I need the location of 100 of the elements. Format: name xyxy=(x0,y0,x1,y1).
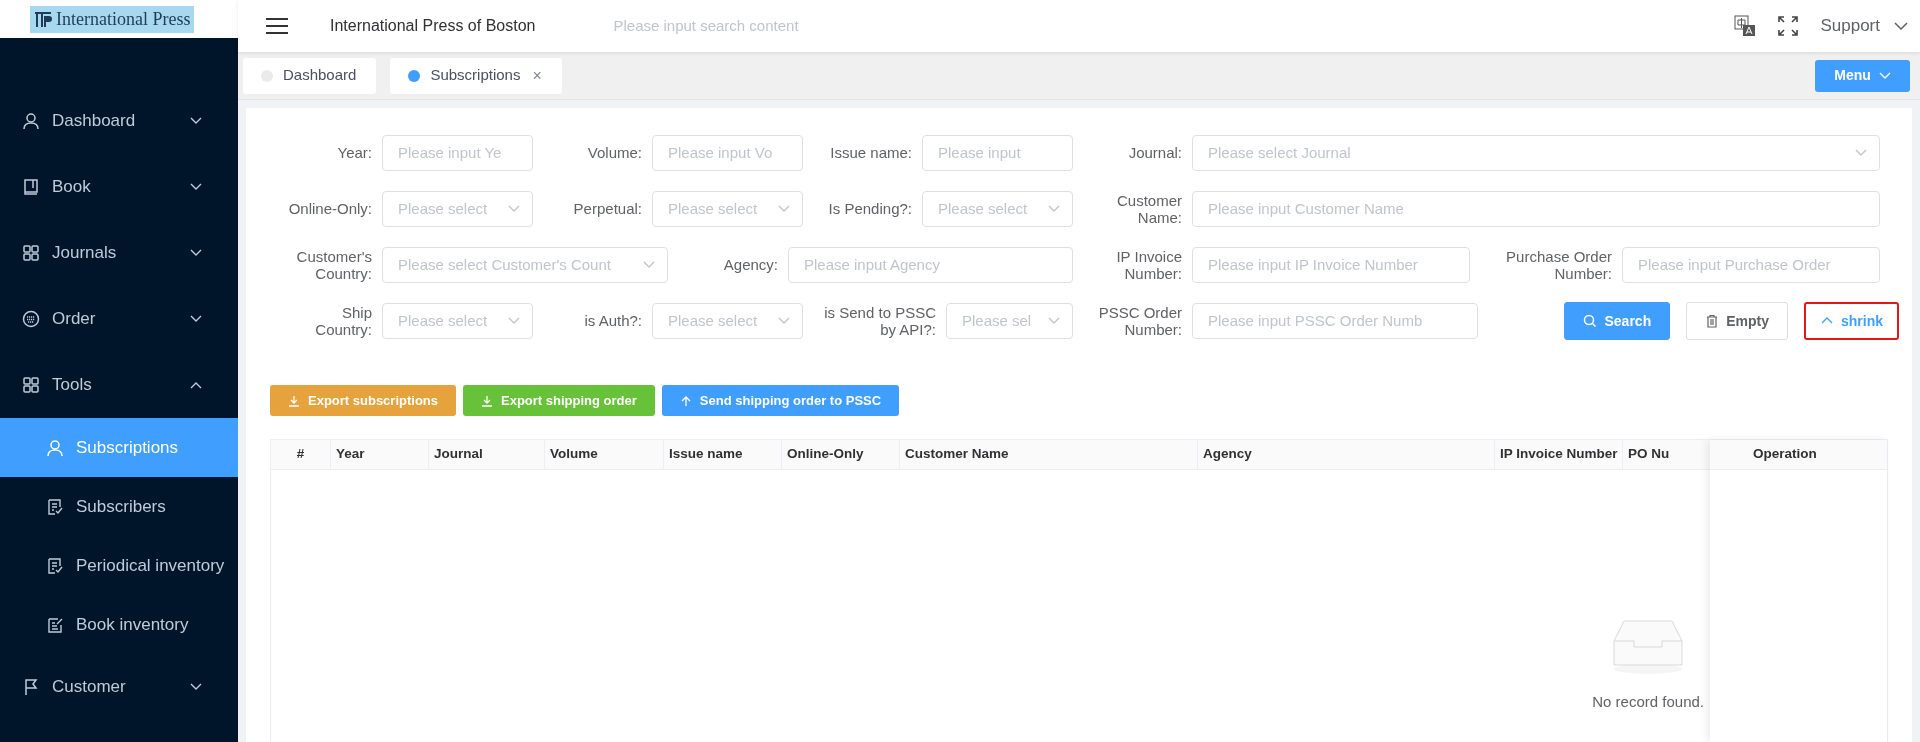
chevron-down-icon xyxy=(508,317,520,325)
sidebar-item[interactable]: Periodical inventory xyxy=(0,536,238,595)
field-label: Customer's Country: xyxy=(295,247,372,283)
menu-icon[interactable] xyxy=(266,18,288,34)
download-icon xyxy=(481,394,494,407)
chevron-down-icon xyxy=(1855,149,1867,157)
clear-button[interactable]: Empty xyxy=(1686,302,1788,340)
chevron-down-icon xyxy=(190,249,202,257)
sidebar-item[interactable]: Book inventory xyxy=(0,595,238,654)
column-header: PO Nu xyxy=(1627,445,1671,464)
empty-message: No record found. xyxy=(1592,692,1704,712)
input-field[interactable]: Please input Agency xyxy=(788,247,1073,283)
app-title: International Press of Boston xyxy=(330,16,536,36)
field-label: Purchase Order Number: xyxy=(1505,247,1612,283)
column-header: Volume xyxy=(545,440,664,469)
sidebar-item[interactable]: Journals xyxy=(0,220,238,286)
edit-icon xyxy=(46,615,64,634)
input-field[interactable]: Please input Customer Name xyxy=(1192,191,1880,227)
sidebar-item[interactable]: Customer xyxy=(0,654,238,720)
grid-icon xyxy=(22,376,40,394)
user-icon xyxy=(22,112,40,130)
sidebar-item[interactable]: Dashboard xyxy=(0,88,238,154)
column-header: IP Invoice Number xyxy=(1495,440,1623,469)
column-header: Issue name xyxy=(664,440,782,469)
sidebar-item[interactable]: Book xyxy=(0,154,238,220)
sidebar-item[interactable]: Order xyxy=(0,286,238,352)
grid-icon xyxy=(22,244,40,262)
select-field[interactable]: Please select xyxy=(652,191,803,227)
translate-icon[interactable] xyxy=(1734,15,1757,37)
chevron-down-icon xyxy=(643,261,655,269)
status-dot xyxy=(408,69,421,82)
keyboard-icon xyxy=(22,310,40,328)
sidebar-item[interactable]: Subscribers xyxy=(0,477,238,536)
user-menu[interactable]: Support xyxy=(1820,13,1908,39)
chevron-down-icon xyxy=(1894,22,1908,30)
field-label: PSSC Order Number: xyxy=(1097,303,1182,339)
empty-inbox-icon xyxy=(1612,617,1685,675)
tab[interactable]: Dashboard xyxy=(243,57,377,94)
menu-button[interactable]: Menu xyxy=(1815,59,1910,92)
select-field[interactable]: Please select Journal xyxy=(1192,135,1880,171)
flag-icon xyxy=(22,678,40,696)
column-header: Customer Name xyxy=(900,440,1198,469)
sidebar-item[interactable]: Tools xyxy=(0,352,238,418)
input-field[interactable]: Please input Vo xyxy=(652,135,803,171)
chevron-down-icon xyxy=(778,317,790,325)
select-field[interactable]: Please sel xyxy=(946,303,1073,339)
sidebar-item[interactable]: Subscriptions xyxy=(0,418,238,477)
field-label: Is Pending?: xyxy=(828,200,912,218)
download-icon xyxy=(288,394,300,407)
logo: International Press xyxy=(30,5,195,33)
chevron-up-icon xyxy=(190,381,202,389)
user-icon xyxy=(46,438,64,457)
input-field[interactable]: Please input Ye xyxy=(382,135,533,171)
column-header: Journal xyxy=(429,440,545,469)
column-header: Agency xyxy=(1198,440,1495,469)
book-icon xyxy=(22,178,40,196)
select-field[interactable]: Please select xyxy=(382,191,533,227)
field-label: IP Invoice Number: xyxy=(1115,247,1182,283)
field-label: is Auth?: xyxy=(584,312,642,330)
field-label: Volume: xyxy=(587,144,642,162)
action-button[interactable]: Export subscriptions xyxy=(270,385,457,416)
trash-icon xyxy=(1705,314,1720,328)
column-header: Operation xyxy=(1752,445,1817,464)
field-label: Journal: xyxy=(1128,144,1182,162)
field-label: Agency: xyxy=(723,256,778,274)
select-field[interactable]: Please select xyxy=(922,191,1073,227)
chevron-down-icon xyxy=(1878,71,1891,80)
collapse-button[interactable]: shrink xyxy=(1804,302,1899,340)
close-icon[interactable]: × xyxy=(532,63,542,88)
chevron-down-icon xyxy=(190,117,202,125)
field-label: Issue name: xyxy=(830,144,912,162)
input-field[interactable]: Please input IP Invoice Number xyxy=(1192,247,1470,283)
chevron-down-icon xyxy=(1048,205,1060,213)
chevron-down-icon xyxy=(1048,317,1060,325)
search-button[interactable]: Search xyxy=(1564,302,1671,340)
select-field[interactable]: Please select xyxy=(652,303,803,339)
logo-icon xyxy=(34,10,52,28)
field-label: Ship Country: xyxy=(314,303,372,339)
upload-icon xyxy=(679,394,692,407)
select-field[interactable]: Please select xyxy=(382,303,533,339)
chevron-down-icon xyxy=(508,205,520,213)
field-label: Year: xyxy=(337,144,372,162)
field-label: Perpetual: xyxy=(573,200,642,218)
chevron-down-icon xyxy=(190,315,202,323)
search-icon xyxy=(1583,314,1598,328)
column-header: Year xyxy=(331,440,429,469)
select-field[interactable]: Please select Customer's Count xyxy=(382,247,668,283)
input-field[interactable]: Please input xyxy=(922,135,1073,171)
input-field[interactable]: Please input Purchase Order xyxy=(1622,247,1880,283)
action-button[interactable]: Export shipping order xyxy=(463,385,655,416)
fullscreen-icon[interactable] xyxy=(1778,16,1799,36)
input-field[interactable]: Please input PSSC Order Numb xyxy=(1192,303,1478,339)
chevron-down-icon xyxy=(190,683,202,691)
chevron-down-icon xyxy=(190,183,202,191)
column-header: Online-Only xyxy=(782,440,900,469)
chevron-down-icon xyxy=(778,205,790,213)
column-header: # xyxy=(271,440,331,469)
tab[interactable]: Subscriptions × xyxy=(390,57,562,94)
checklist-icon xyxy=(46,556,64,575)
action-button[interactable]: Send shipping order to PSSC xyxy=(661,385,900,416)
